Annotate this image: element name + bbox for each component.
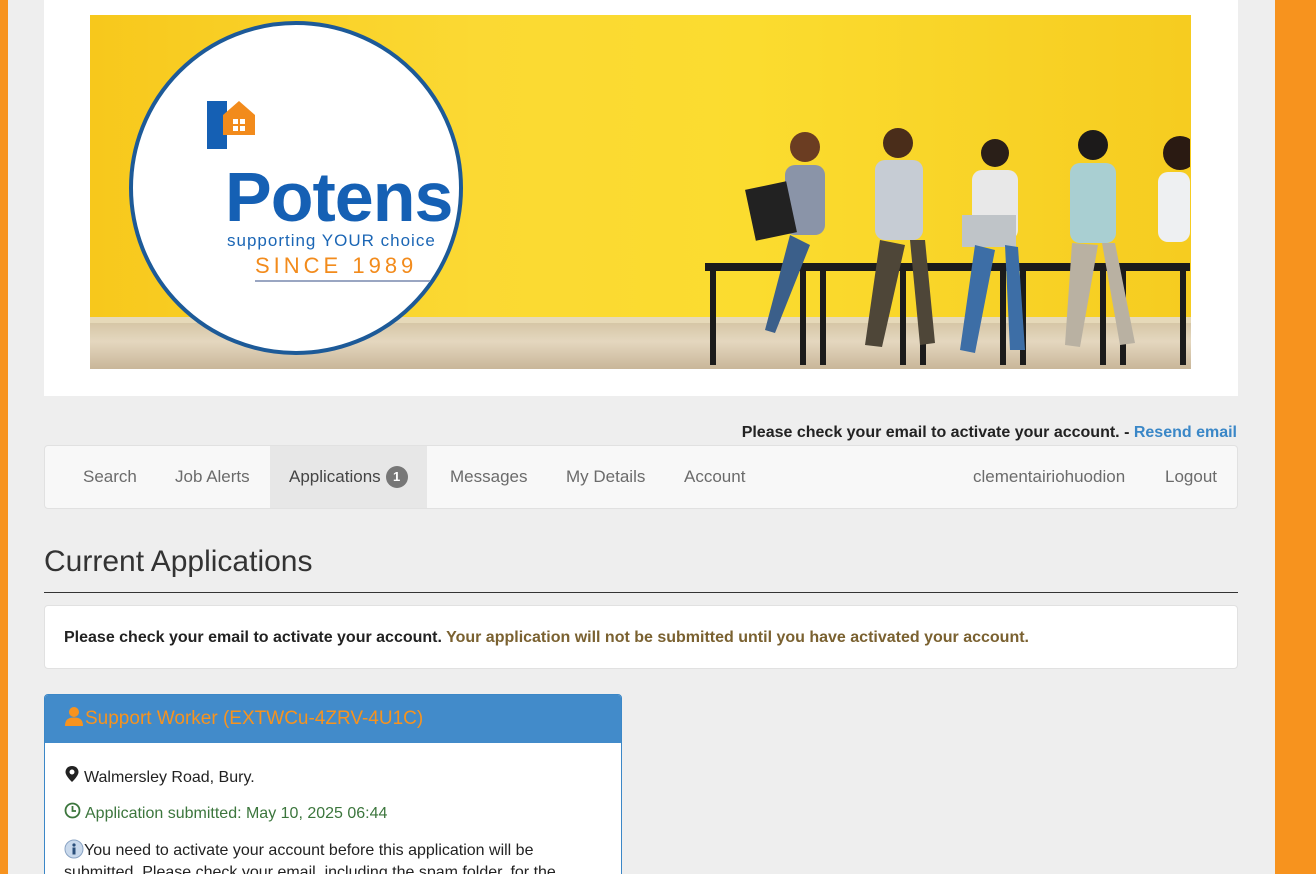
main-navbar: Search Job Alerts Applications 1 Messages… [44,445,1238,509]
location-text: Walmersley Road, Bury. [84,769,255,786]
application-info: You need to activate your account before… [64,839,604,874]
clock-icon [64,802,81,819]
logo-since: SINCE 1989 [255,253,418,278]
applications-count-badge: 1 [385,466,408,488]
map-marker-icon [65,766,79,782]
application-submitted: Application submitted: May 10, 2025 06:4… [64,802,387,823]
info-icon [64,839,84,859]
nav-logout[interactable]: Logout [1146,446,1236,508]
page-container: Potens supporting YOUR choice SINCE 1989 [8,0,1275,874]
application-card-header[interactable]: Support Worker (EXTWCu-4ZRV-4U1C) [45,695,621,743]
nav-username[interactable]: clementairiohuodion [954,446,1144,508]
nav-job-alerts[interactable]: Job Alerts [156,446,269,508]
house-icon [207,101,255,149]
activation-notice: Please check your email to activate your… [741,424,1237,441]
nav-my-details[interactable]: My Details [547,446,664,508]
nav-applications[interactable]: Applications 1 [270,446,427,508]
title-divider [44,592,1238,593]
application-location: Walmersley Road, Bury. [64,765,255,787]
submitted-text: Application submitted: May 10, 2025 06:4… [85,805,388,822]
logo-wordmark: Potens [225,158,453,236]
nav-search[interactable]: Search [45,446,156,508]
nav-applications-label: Applications [289,467,381,486]
banner: Potens supporting YOUR choice SINCE 1989 [44,0,1238,396]
application-card: Support Worker (EXTWCu-4ZRV-4U1C) Walmer… [44,694,622,874]
people-photo [705,128,1190,365]
banner-image: Potens supporting YOUR choice SINCE 1989 [90,15,1191,369]
resend-email-link[interactable]: Resend email [1134,424,1237,441]
user-icon [65,707,83,726]
activation-notice-text: Please check your email to activate your… [741,424,1120,441]
application-title: Support Worker (EXTWCu-4ZRV-4U1C) [85,708,424,729]
nav-messages[interactable]: Messages [431,446,546,508]
nav-account[interactable]: Account [665,446,764,508]
logo-tagline: supporting YOUR choice [227,231,436,250]
page-title: Current Applications [44,545,313,578]
logo: Potens supporting YOUR choice SINCE 1989 [129,21,463,355]
activation-alert: Please check your email to activate your… [44,605,1238,669]
info-text: You need to activate your account before… [64,842,556,874]
alert-warning-text: Your application will not be submitted u… [446,629,1029,646]
alert-bold-text: Please check your email to activate your… [64,629,442,646]
